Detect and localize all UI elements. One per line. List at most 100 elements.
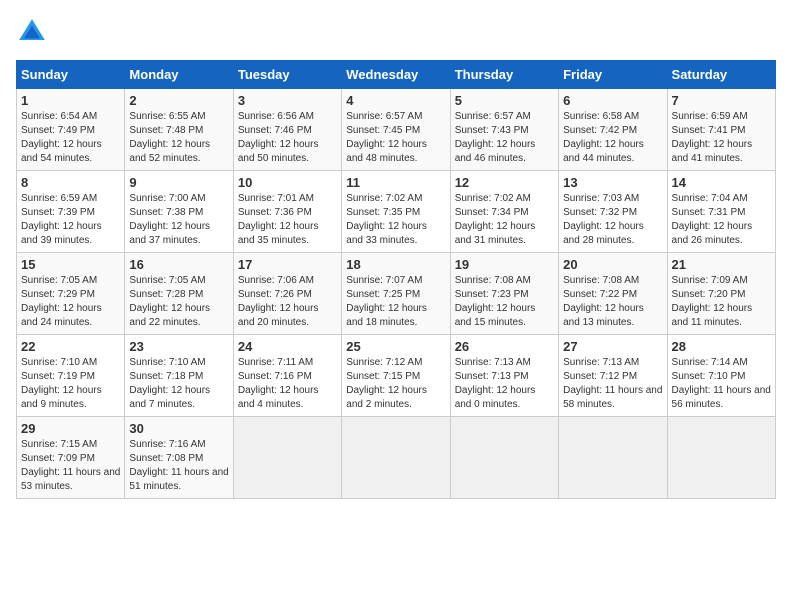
calendar-table: SundayMondayTuesdayWednesdayThursdayFrid… — [16, 60, 776, 499]
weekday-header-saturday: Saturday — [667, 61, 775, 89]
day-number: 18 — [346, 257, 445, 272]
weekday-header-row: SundayMondayTuesdayWednesdayThursdayFrid… — [17, 61, 776, 89]
calendar-cell: 20 Sunrise: 7:08 AM Sunset: 7:22 PM Dayl… — [559, 253, 667, 335]
day-number: 25 — [346, 339, 445, 354]
day-number: 1 — [21, 93, 120, 108]
calendar-cell: 7 Sunrise: 6:59 AM Sunset: 7:41 PM Dayli… — [667, 89, 775, 171]
calendar-cell: 16 Sunrise: 7:05 AM Sunset: 7:28 PM Dayl… — [125, 253, 233, 335]
day-info: Sunrise: 7:05 AM Sunset: 7:29 PM Dayligh… — [21, 274, 120, 330]
calendar-cell: 4 Sunrise: 6:57 AM Sunset: 7:45 PM Dayli… — [342, 89, 450, 171]
calendar-cell: 5 Sunrise: 6:57 AM Sunset: 7:43 PM Dayli… — [450, 89, 558, 171]
calendar-cell: 2 Sunrise: 6:55 AM Sunset: 7:48 PM Dayli… — [125, 89, 233, 171]
weekday-header-sunday: Sunday — [17, 61, 125, 89]
calendar-cell: 24 Sunrise: 7:11 AM Sunset: 7:16 PM Dayl… — [233, 335, 341, 417]
day-number: 10 — [238, 175, 337, 190]
calendar-cell: 25 Sunrise: 7:12 AM Sunset: 7:15 PM Dayl… — [342, 335, 450, 417]
day-number: 24 — [238, 339, 337, 354]
calendar-cell: 17 Sunrise: 7:06 AM Sunset: 7:26 PM Dayl… — [233, 253, 341, 335]
calendar-row-2: 8 Sunrise: 6:59 AM Sunset: 7:39 PM Dayli… — [17, 171, 776, 253]
day-info: Sunrise: 7:05 AM Sunset: 7:28 PM Dayligh… — [129, 274, 228, 330]
day-info: Sunrise: 7:13 AM Sunset: 7:13 PM Dayligh… — [455, 356, 554, 412]
day-number: 20 — [563, 257, 662, 272]
day-info: Sunrise: 7:16 AM Sunset: 7:08 PM Dayligh… — [129, 438, 228, 494]
day-number: 30 — [129, 421, 228, 436]
day-info: Sunrise: 7:13 AM Sunset: 7:12 PM Dayligh… — [563, 356, 662, 412]
calendar-cell: 3 Sunrise: 6:56 AM Sunset: 7:46 PM Dayli… — [233, 89, 341, 171]
calendar-cell — [342, 417, 450, 499]
day-info: Sunrise: 7:11 AM Sunset: 7:16 PM Dayligh… — [238, 356, 337, 412]
page-header — [16, 16, 776, 48]
day-info: Sunrise: 7:08 AM Sunset: 7:22 PM Dayligh… — [563, 274, 662, 330]
day-info: Sunrise: 7:02 AM Sunset: 7:35 PM Dayligh… — [346, 192, 445, 248]
calendar-cell — [233, 417, 341, 499]
calendar-cell: 18 Sunrise: 7:07 AM Sunset: 7:25 PM Dayl… — [342, 253, 450, 335]
day-number: 19 — [455, 257, 554, 272]
weekday-header-monday: Monday — [125, 61, 233, 89]
day-number: 29 — [21, 421, 120, 436]
calendar-cell — [450, 417, 558, 499]
weekday-header-wednesday: Wednesday — [342, 61, 450, 89]
calendar-row-5: 29 Sunrise: 7:15 AM Sunset: 7:09 PM Dayl… — [17, 417, 776, 499]
day-number: 2 — [129, 93, 228, 108]
day-info: Sunrise: 7:00 AM Sunset: 7:38 PM Dayligh… — [129, 192, 228, 248]
weekday-header-thursday: Thursday — [450, 61, 558, 89]
day-info: Sunrise: 7:09 AM Sunset: 7:20 PM Dayligh… — [672, 274, 771, 330]
day-number: 16 — [129, 257, 228, 272]
day-info: Sunrise: 7:10 AM Sunset: 7:19 PM Dayligh… — [21, 356, 120, 412]
day-info: Sunrise: 6:57 AM Sunset: 7:43 PM Dayligh… — [455, 110, 554, 166]
day-info: Sunrise: 6:57 AM Sunset: 7:45 PM Dayligh… — [346, 110, 445, 166]
calendar-cell: 29 Sunrise: 7:15 AM Sunset: 7:09 PM Dayl… — [17, 417, 125, 499]
logo-icon — [16, 16, 48, 48]
day-info: Sunrise: 7:03 AM Sunset: 7:32 PM Dayligh… — [563, 192, 662, 248]
calendar-cell: 23 Sunrise: 7:10 AM Sunset: 7:18 PM Dayl… — [125, 335, 233, 417]
day-number: 23 — [129, 339, 228, 354]
day-number: 14 — [672, 175, 771, 190]
calendar-cell: 21 Sunrise: 7:09 AM Sunset: 7:20 PM Dayl… — [667, 253, 775, 335]
day-number: 11 — [346, 175, 445, 190]
calendar-cell: 19 Sunrise: 7:08 AM Sunset: 7:23 PM Dayl… — [450, 253, 558, 335]
calendar-cell: 22 Sunrise: 7:10 AM Sunset: 7:19 PM Dayl… — [17, 335, 125, 417]
day-number: 8 — [21, 175, 120, 190]
day-info: Sunrise: 6:59 AM Sunset: 7:39 PM Dayligh… — [21, 192, 120, 248]
weekday-header-tuesday: Tuesday — [233, 61, 341, 89]
logo — [16, 16, 54, 48]
day-number: 15 — [21, 257, 120, 272]
calendar-cell — [559, 417, 667, 499]
day-info: Sunrise: 7:15 AM Sunset: 7:09 PM Dayligh… — [21, 438, 120, 494]
day-info: Sunrise: 7:08 AM Sunset: 7:23 PM Dayligh… — [455, 274, 554, 330]
day-info: Sunrise: 7:12 AM Sunset: 7:15 PM Dayligh… — [346, 356, 445, 412]
calendar-cell: 1 Sunrise: 6:54 AM Sunset: 7:49 PM Dayli… — [17, 89, 125, 171]
day-number: 21 — [672, 257, 771, 272]
day-number: 22 — [21, 339, 120, 354]
calendar-cell: 6 Sunrise: 6:58 AM Sunset: 7:42 PM Dayli… — [559, 89, 667, 171]
day-number: 12 — [455, 175, 554, 190]
calendar-cell: 30 Sunrise: 7:16 AM Sunset: 7:08 PM Dayl… — [125, 417, 233, 499]
day-number: 6 — [563, 93, 662, 108]
calendar-cell: 10 Sunrise: 7:01 AM Sunset: 7:36 PM Dayl… — [233, 171, 341, 253]
day-number: 17 — [238, 257, 337, 272]
calendar-cell: 11 Sunrise: 7:02 AM Sunset: 7:35 PM Dayl… — [342, 171, 450, 253]
calendar-cell — [667, 417, 775, 499]
day-info: Sunrise: 7:14 AM Sunset: 7:10 PM Dayligh… — [672, 356, 771, 412]
day-info: Sunrise: 7:06 AM Sunset: 7:26 PM Dayligh… — [238, 274, 337, 330]
calendar-cell: 12 Sunrise: 7:02 AM Sunset: 7:34 PM Dayl… — [450, 171, 558, 253]
day-info: Sunrise: 7:07 AM Sunset: 7:25 PM Dayligh… — [346, 274, 445, 330]
day-number: 7 — [672, 93, 771, 108]
calendar-row-1: 1 Sunrise: 6:54 AM Sunset: 7:49 PM Dayli… — [17, 89, 776, 171]
day-number: 4 — [346, 93, 445, 108]
calendar-cell: 13 Sunrise: 7:03 AM Sunset: 7:32 PM Dayl… — [559, 171, 667, 253]
calendar-cell: 8 Sunrise: 6:59 AM Sunset: 7:39 PM Dayli… — [17, 171, 125, 253]
day-info: Sunrise: 7:02 AM Sunset: 7:34 PM Dayligh… — [455, 192, 554, 248]
day-number: 13 — [563, 175, 662, 190]
calendar-cell: 14 Sunrise: 7:04 AM Sunset: 7:31 PM Dayl… — [667, 171, 775, 253]
day-info: Sunrise: 6:56 AM Sunset: 7:46 PM Dayligh… — [238, 110, 337, 166]
calendar-row-4: 22 Sunrise: 7:10 AM Sunset: 7:19 PM Dayl… — [17, 335, 776, 417]
day-number: 26 — [455, 339, 554, 354]
day-number: 3 — [238, 93, 337, 108]
day-info: Sunrise: 6:54 AM Sunset: 7:49 PM Dayligh… — [21, 110, 120, 166]
calendar-row-3: 15 Sunrise: 7:05 AM Sunset: 7:29 PM Dayl… — [17, 253, 776, 335]
day-number: 9 — [129, 175, 228, 190]
day-number: 5 — [455, 93, 554, 108]
calendar-body: 1 Sunrise: 6:54 AM Sunset: 7:49 PM Dayli… — [17, 89, 776, 499]
day-info: Sunrise: 7:01 AM Sunset: 7:36 PM Dayligh… — [238, 192, 337, 248]
